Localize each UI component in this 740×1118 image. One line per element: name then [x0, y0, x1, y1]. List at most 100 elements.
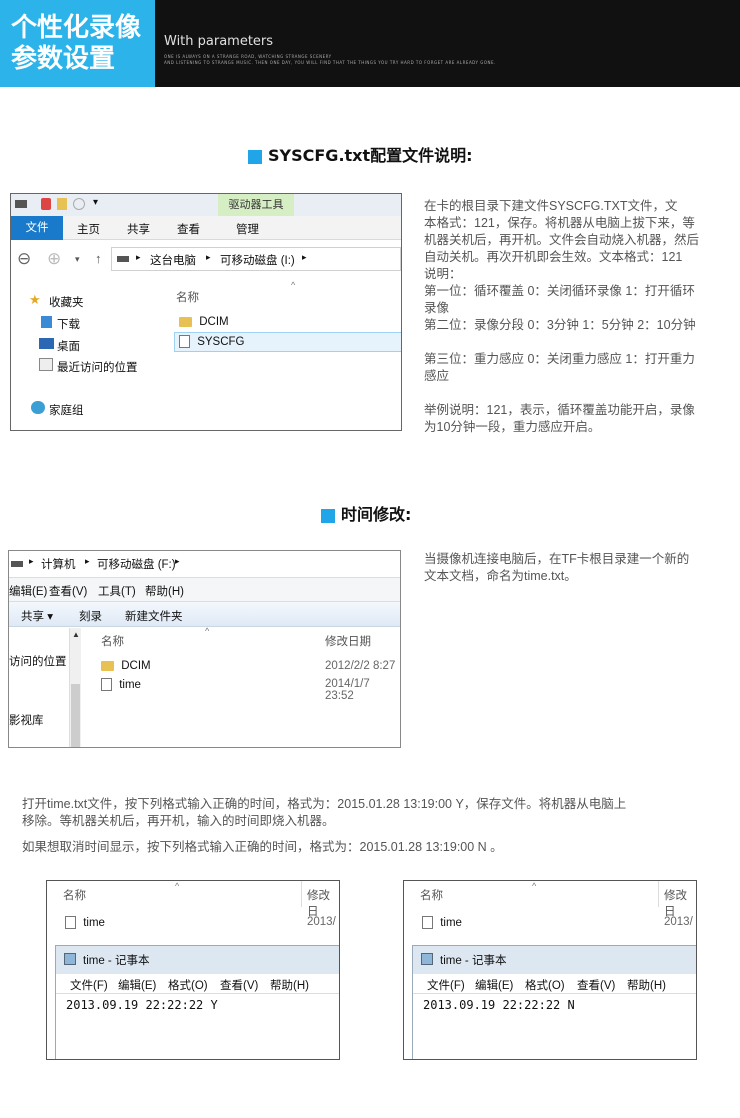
nav-homegroup[interactable]: 家庭组 [49, 402, 84, 418]
notepad-icon [64, 953, 76, 965]
drive-icon [11, 561, 23, 567]
desc-line: 本格式：121，保存。将机器从电脑上拔下来，等 [424, 216, 695, 230]
sort-arrow-icon: ^ [175, 881, 180, 891]
desc-line: 第一位：循环覆盖 0：关闭循环录像 1：打开循环 [424, 284, 695, 298]
column-header-name[interactable]: 名称 [101, 633, 124, 649]
notepad-menu: 文件(F) 编辑(E) 格式(O) 查看(V) 帮助(H) [56, 974, 339, 994]
scroll-thumb[interactable] [71, 684, 80, 747]
file-row-time[interactable]: time [101, 678, 141, 691]
nav-video-library[interactable]: 影视库 [9, 712, 69, 728]
toolbar-share[interactable]: 共享 ▾ [21, 608, 53, 624]
desc-line: 为10分钟一段，重力感应开启。 [424, 420, 601, 434]
column-header-name[interactable]: 名称 [63, 887, 86, 903]
menu-format[interactable]: 格式(O) [168, 977, 208, 993]
nav-downloads[interactable]: 下载 [57, 316, 80, 332]
desc-line: 当摄像机连接电脑后，在TF卡根目录建一个新的 [424, 552, 690, 566]
breadcrumb-this-pc[interactable]: 这台电脑 [150, 252, 196, 268]
menu-view[interactable]: 查看(V) [577, 977, 615, 993]
file-row-time[interactable]: time [422, 916, 462, 929]
explorer-window-time: ▸ 计算机 ▸ 可移动磁盘 (F:) ▸ 编辑(E) 查看(V) 工具(T) 帮… [8, 550, 401, 748]
menu-edit[interactable]: 编辑(E) [475, 977, 513, 993]
breadcrumb-computer[interactable]: 计算机 [41, 556, 76, 572]
menu-format[interactable]: 格式(O) [525, 977, 565, 993]
menu-help[interactable]: 帮助(H) [627, 977, 666, 993]
column-header-name[interactable]: 名称 [420, 887, 443, 903]
section1-heading-text: SYSCFG.txt配置文件说明: [268, 146, 473, 165]
notepad-text-area[interactable]: 2013.09.19 22:22:22 N [413, 994, 696, 1059]
breadcrumb-removable-disk[interactable]: 可移动磁盘 (F:) [97, 556, 176, 572]
nav-scrollbar[interactable]: ▲ [69, 628, 81, 747]
menu-edit[interactable]: 编辑(E) [118, 977, 156, 993]
notepad-title: time - 记事本 [83, 955, 150, 967]
menu-bar: 编辑(E) 查看(V) 工具(T) 帮助(H) [9, 577, 400, 601]
new-folder-icon[interactable] [57, 198, 67, 210]
desc-line: 自动关机。再次开机即会生效。文本格式：121 [424, 250, 683, 264]
file-name: DCIM [121, 660, 151, 672]
chevron-right-icon: ▸ [85, 556, 90, 566]
notepad-content: 2013.09.19 22:22:22 N [423, 998, 575, 1012]
sort-arrow-icon: ^ [291, 280, 296, 290]
file-name: time [83, 916, 105, 929]
header-small-text-2: AND LISTENING TO STRANGE MUSIC. THEN ONE… [164, 60, 496, 65]
toolbar-burn[interactable]: 刻录 [79, 608, 102, 624]
up-icon[interactable]: ↑ [95, 251, 102, 266]
nav-recent-places[interactable]: 最近访问的位置 [57, 359, 138, 375]
file-row-time[interactable]: time [65, 916, 105, 929]
column-header-date[interactable]: 修改日 [664, 887, 696, 919]
undo-icon[interactable] [73, 198, 85, 210]
file-row-syscfg[interactable]: SYSCFG [179, 335, 245, 348]
menu-file[interactable]: 文件(F) [427, 977, 465, 993]
paragraph-line: 移除。等机器关机后，再开机，输入的时间即烧入机器。 [22, 814, 335, 828]
recent-dropdown-icon[interactable]: ▾ [75, 254, 80, 265]
tab-file[interactable]: 文件 [11, 216, 63, 240]
tab-share[interactable]: 共享 [127, 221, 150, 237]
breadcrumb-removable-disk[interactable]: 可移动磁盘 (I:) [220, 252, 295, 268]
toolbar-new-folder[interactable]: 新建文件夹 [125, 608, 183, 624]
desc-line: 说明： [424, 267, 462, 281]
nav-recent-places[interactable]: 访问的位置 [9, 653, 69, 669]
column-header-name[interactable]: 名称 [176, 289, 199, 305]
section2-heading: 时间修改: [321, 501, 411, 525]
menu-file[interactable]: 文件(F) [70, 977, 108, 993]
address-bar[interactable]: ▸ 计算机 ▸ 可移动磁盘 (F:) ▸ [9, 551, 400, 576]
text-file-icon [422, 916, 433, 929]
notepad-screenshot-right: 名称 ^ 修改日 time 2013/ time - 记事本 文件(F) 编辑(… [403, 880, 697, 1060]
homegroup-icon [31, 401, 45, 414]
column-header-date[interactable]: 修改日期 [325, 633, 371, 649]
column-header-date[interactable]: 修改日 [307, 887, 339, 919]
nav-desktop[interactable]: 桌面 [57, 338, 80, 354]
desc-line: 举例说明：121，表示，循环覆盖功能开启，录像 [424, 403, 695, 417]
nav-favorites[interactable]: 收藏夹 [49, 294, 84, 310]
ribbon-tabs [11, 216, 401, 240]
chevron-right-icon: ▸ [206, 252, 211, 262]
tab-manage[interactable]: 管理 [236, 221, 259, 237]
address-bar[interactable]: ▸ 这台电脑 ▸ 可移动磁盘 (I:) ▸ [111, 247, 401, 271]
sort-arrow-icon: ^ [532, 881, 537, 891]
text-file-icon [179, 335, 190, 348]
section2-heading-text: 时间修改: [341, 505, 412, 524]
notepad-menu: 文件(F) 编辑(E) 格式(O) 查看(V) 帮助(H) [413, 974, 696, 994]
back-icon[interactable]: ⊖ [17, 249, 31, 269]
scroll-up-icon[interactable]: ▲ [72, 630, 80, 639]
recent-places-icon [39, 358, 53, 371]
tab-view[interactable]: 查看 [177, 221, 200, 237]
forward-icon[interactable]: ⊕ [47, 249, 61, 269]
menu-edit[interactable]: 编辑(E) [9, 583, 47, 599]
menu-tools[interactable]: 工具(T) [98, 583, 136, 599]
tab-home[interactable]: 主页 [77, 221, 100, 237]
quick-access-dropdown-icon[interactable]: ▾ [93, 197, 98, 208]
file-row-dcim[interactable]: DCIM [179, 316, 229, 328]
menu-help[interactable]: 帮助(H) [145, 583, 184, 599]
desc-line: 第三位：重力感应 0：关闭重力感应 1：打开重力 [424, 352, 695, 366]
notepad-text-area[interactable]: 2013.09.19 22:22:22 Y [56, 994, 339, 1059]
chevron-right-icon: ▸ [302, 252, 307, 262]
column-divider [301, 881, 302, 907]
title-bar [11, 194, 401, 216]
menu-help[interactable]: 帮助(H) [270, 977, 309, 993]
desc-line: 录像 [424, 301, 450, 315]
menu-view[interactable]: 查看(V) [49, 583, 87, 599]
notepad-window: time - 记事本 文件(F) 编辑(E) 格式(O) 查看(V) 帮助(H)… [55, 945, 339, 1059]
menu-view[interactable]: 查看(V) [220, 977, 258, 993]
file-row-dcim[interactable]: DCIM [101, 660, 151, 672]
properties-icon[interactable] [41, 198, 51, 210]
